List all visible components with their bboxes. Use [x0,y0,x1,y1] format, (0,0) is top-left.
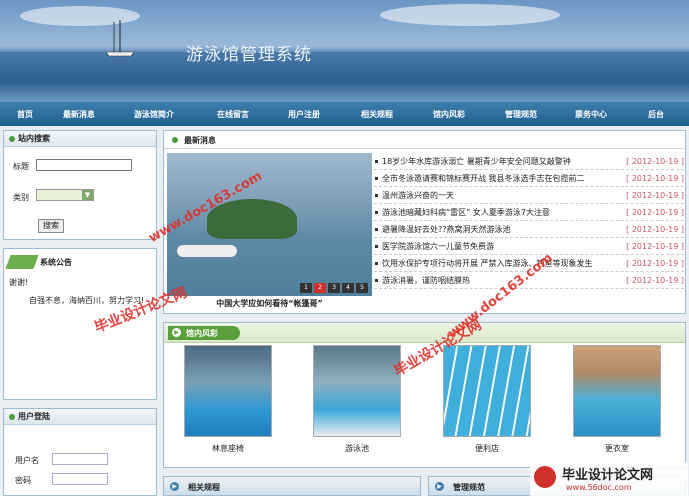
bullet-icon [375,279,378,282]
news-date: [ 2012-10-19 ] [626,157,684,166]
management-title[interactable]: 管理规范 [453,482,485,493]
gallery-caption[interactable]: 林息座椅 [184,443,272,454]
slide-page-button[interactable]: 3 [328,283,340,293]
gallery-caption[interactable]: 游泳池 [313,443,401,454]
nav-about[interactable]: 游泳馆简介 [108,109,200,120]
password-label: 密码 [15,476,31,485]
news-date: [ 2012-10-19 ] [626,208,684,217]
bullet-icon [375,177,378,180]
login-box-header: 用户登陆 [4,409,156,425]
arrow-right-icon: ▶ [170,482,179,491]
chevron-down-icon: ▼ [82,190,93,200]
nav-admin[interactable]: 后台 [626,109,686,120]
slide-page-button-active[interactable]: 2 [314,283,326,293]
cloud-decoration [380,4,560,26]
nav-regulations[interactable]: 相关规程 [342,109,412,120]
slide-page-button[interactable]: 5 [356,283,368,293]
speedboat-decoration [177,245,237,257]
gallery-photo[interactable] [313,345,401,437]
news-item[interactable]: 避暑降温好去处??燕窝洞天然游泳池[ 2012-10-19 ] [374,221,684,238]
news-date: [ 2012-10-19 ] [626,174,684,183]
regulations-title[interactable]: 相关规程 [188,482,220,493]
book-icon [5,255,39,269]
latest-news-title: 最新消息 [184,136,216,145]
title-label: 标题 [13,162,29,171]
news-slideshow[interactable]: 1 2 3 4 5 [167,153,372,296]
news-date: [ 2012-10-19 ] [626,225,684,234]
watermark-url: www.56doc.com [566,483,632,492]
watermark-text: 毕业设计论文网 [562,468,654,483]
notice-line: 谢谢! [9,278,29,287]
site-title: 游泳馆管理系统 [186,45,312,65]
news-item[interactable]: 18岁少年水库游泳溺亡 暑期青少年安全问题又敲警钟[ 2012-10-19 ] [374,153,684,170]
login-box-title: 用户登陆 [18,412,50,421]
nav-gallery[interactable]: 馆内风彩 [412,109,486,120]
news-item[interactable]: 温州游泳兴奋的一天[ 2012-10-19 ] [374,187,684,204]
notice-title: 系统公告 [40,258,72,267]
nav-latest-news[interactable]: 最新消息 [50,109,108,120]
search-box: 站内搜索 标题 类别 ▼ 搜索 [3,130,157,240]
gallery-photo[interactable] [184,345,272,437]
nav-register[interactable]: 用户注册 [266,109,342,120]
gallery-caption[interactable]: 便利店 [443,443,531,454]
news-date: [ 2012-10-19 ] [626,191,684,200]
bullet-icon [375,211,378,214]
nav-messages[interactable]: 在线留言 [200,109,266,120]
logo-icon [534,466,556,488]
sailboat-icon [105,20,135,57]
password-input[interactable] [52,473,108,485]
bullet-icon [375,245,378,248]
category-select[interactable]: ▼ [36,189,94,201]
bullet-icon [9,414,15,420]
bullet-icon [375,262,378,265]
search-box-title: 站内搜索 [18,134,50,143]
search-box-header: 站内搜索 [4,131,156,147]
header-banner: 游泳馆管理系统 [0,0,689,102]
notice-box: 系统公告 谢谢! 自强不息，海纳百川，努力学习! [3,248,157,400]
bullet-icon [375,194,378,197]
bullet-icon [172,137,178,143]
search-title-input[interactable] [36,159,132,171]
nav-home[interactable]: 首页 [0,109,50,120]
bullet-icon [9,136,15,142]
arrow-right-icon: ▶ [435,482,444,491]
main-nav: 首页 最新消息 游泳馆简介 在线留言 用户注册 相关规程 馆内风彩 管理规范 票… [0,102,689,126]
bullet-icon [375,228,378,231]
news-item[interactable]: 医学院游泳馆六一儿童节免费游[ 2012-10-19 ] [374,238,684,255]
arrow-right-icon: ▶ [172,328,181,337]
category-label: 类别 [13,193,29,202]
login-box: 用户登陆 用户名 密码 [3,408,157,496]
slideshow-caption[interactable]: 中国大学应如何看待“帐篷哥” [167,298,372,309]
nav-tickets[interactable]: 票务中心 [556,109,626,120]
news-date: [ 2012-10-19 ] [626,259,684,268]
gallery-title: 馆内风彩 [186,329,218,338]
sea-decoration [0,52,689,102]
username-label: 用户名 [15,456,39,465]
gallery-photo[interactable] [573,345,661,437]
slideshow-pager: 1 2 3 4 5 [300,283,368,293]
nav-management[interactable]: 管理规范 [486,109,556,120]
username-input[interactable] [52,453,108,465]
bullet-icon [375,160,378,163]
latest-news-header: 最新消息 [164,131,685,149]
gallery-photo[interactable] [443,345,531,437]
news-item[interactable]: 游泳池暗藏妇科病“雷区” 女人夏季游泳7大注意[ 2012-10-19 ] [374,204,684,221]
news-date: [ 2012-10-19 ] [626,242,684,251]
regulations-box-header: ▶ 相关规程 [163,476,421,496]
slide-page-button[interactable]: 4 [342,283,354,293]
gallery-caption[interactable]: 更衣室 [573,443,661,454]
search-button[interactable]: 搜索 [38,219,64,233]
slide-page-button[interactable]: 1 [300,283,312,293]
latest-news-panel: 最新消息 1 2 3 4 5 中国大学应如何看待“帐篷哥” 18岁少年水库游泳溺… [163,130,686,314]
corner-watermark: 毕业设计论文网 www.56doc.com [530,462,688,496]
news-item[interactable]: 全市冬泳邀请赛和锦标赛开战 我县冬泳选手志在包揽前二[ 2012-10-19 ] [374,170,684,187]
news-date: [ 2012-10-19 ] [626,276,684,285]
gallery-header: ▶ 馆内风彩 [164,323,685,343]
